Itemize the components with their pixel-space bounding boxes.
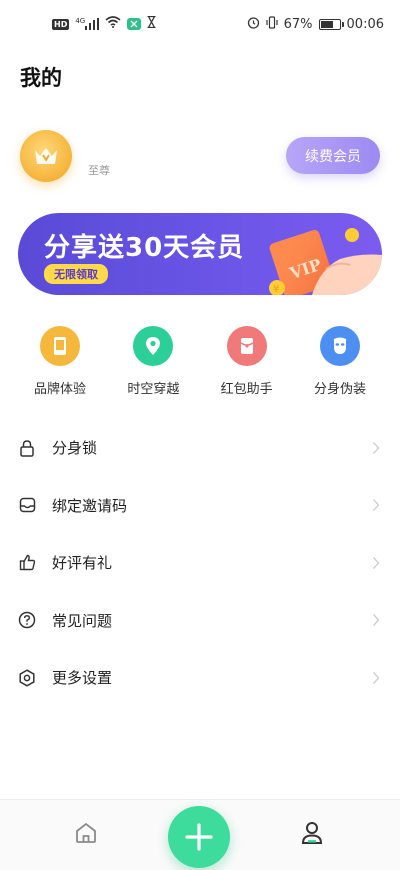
chevron-right-icon (372, 556, 380, 569)
quick-action-disguise[interactable]: 分身伪装 (302, 326, 378, 397)
menu-item-more-settings[interactable]: 更多设置 (0, 649, 400, 707)
menu-label: 更多设置 (52, 669, 113, 688)
settings-menu: 分身锁 绑定邀请码 好评有礼 常见问题 更多设置 (0, 419, 400, 707)
app-notification-icon (127, 18, 142, 30)
qa-icon-bg (133, 326, 174, 366)
hourglass-icon (147, 15, 156, 32)
menu-label: 常见问题 (52, 611, 113, 630)
share-banner[interactable]: 分享送30天会员 无限领取 VIP ¥ (18, 213, 382, 295)
hd-badge: HD (52, 18, 70, 30)
menu-item-faq[interactable]: 常见问题 (0, 592, 400, 650)
menu-label: 好评有礼 (52, 554, 113, 573)
qa-label: 品牌体验 (33, 382, 86, 397)
page-title: 我的 (20, 66, 62, 90)
settings-icon (18, 669, 36, 687)
chevron-right-icon (372, 441, 380, 454)
mask-icon (333, 337, 346, 354)
qa-icon-bg (40, 326, 80, 366)
avatar[interactable] (20, 130, 72, 182)
clock: 00:06 (346, 17, 384, 32)
lock-icon (18, 439, 36, 457)
member-level: 至尊 (88, 164, 110, 177)
crown-icon (35, 148, 57, 164)
chevron-right-icon (372, 614, 380, 627)
qa-label: 红包助手 (220, 382, 273, 397)
menu-item-review-reward[interactable]: 好评有礼 (0, 534, 400, 592)
status-left: HD 4G (52, 15, 156, 32)
menu-item-app-lock[interactable]: 分身锁 (0, 419, 400, 477)
qa-icon-bg (226, 326, 267, 366)
signal-icon: 4G (75, 17, 100, 30)
chevron-right-icon (372, 499, 380, 512)
chevron-right-icon (372, 671, 380, 684)
user-icon[interactable] (300, 820, 324, 846)
alarm-icon (247, 16, 260, 33)
menu-item-bind-invite-code[interactable]: 绑定邀请码 (0, 477, 400, 535)
banner-tag: 无限领取 (44, 264, 108, 284)
wifi-icon (105, 16, 121, 32)
add-button[interactable] (168, 806, 230, 868)
vibrate-icon (266, 16, 278, 33)
inbox-icon (18, 496, 36, 514)
banner-title: 分享送30天会员 (44, 233, 245, 263)
menu-label: 绑定邀请码 (52, 496, 128, 515)
thumbs-up-icon (18, 554, 36, 572)
plus-icon (185, 823, 213, 851)
qa-label: 分身伪装 (313, 382, 366, 397)
renew-membership-button[interactable]: 续费会员 (286, 137, 380, 174)
quick-action-brand-experience[interactable]: 品牌体验 (22, 326, 98, 397)
network-type: 4G (75, 17, 86, 25)
qa-label: 时空穿越 (127, 382, 180, 397)
battery-icon (318, 19, 344, 30)
location-pin-icon (146, 337, 161, 355)
red-envelope-icon (240, 338, 254, 354)
status-right: 67% 00:06 (247, 16, 384, 33)
quick-actions: 品牌体验 时空穿越 红包助手 分身伪装 (0, 326, 400, 397)
svg-text:¥: ¥ (273, 284, 279, 295)
menu-label: 分身锁 (52, 439, 98, 458)
battery-percent: 67% (283, 17, 313, 32)
status-bar: HD 4G 67% 00:06 (0, 0, 400, 46)
home-icon[interactable] (74, 821, 98, 845)
question-icon (18, 611, 36, 629)
quick-action-time-travel[interactable]: 时空穿越 (115, 326, 191, 397)
vip-card-illustration: VIP ¥ (269, 228, 382, 295)
qa-icon-bg (319, 326, 360, 366)
quick-action-red-envelope[interactable]: 红包助手 (209, 326, 285, 397)
screen: HD 4G 67% 00:06 我的 至尊 续费会员 分享送30天会员 无限领取… (0, 0, 400, 870)
phone-icon (54, 337, 66, 355)
